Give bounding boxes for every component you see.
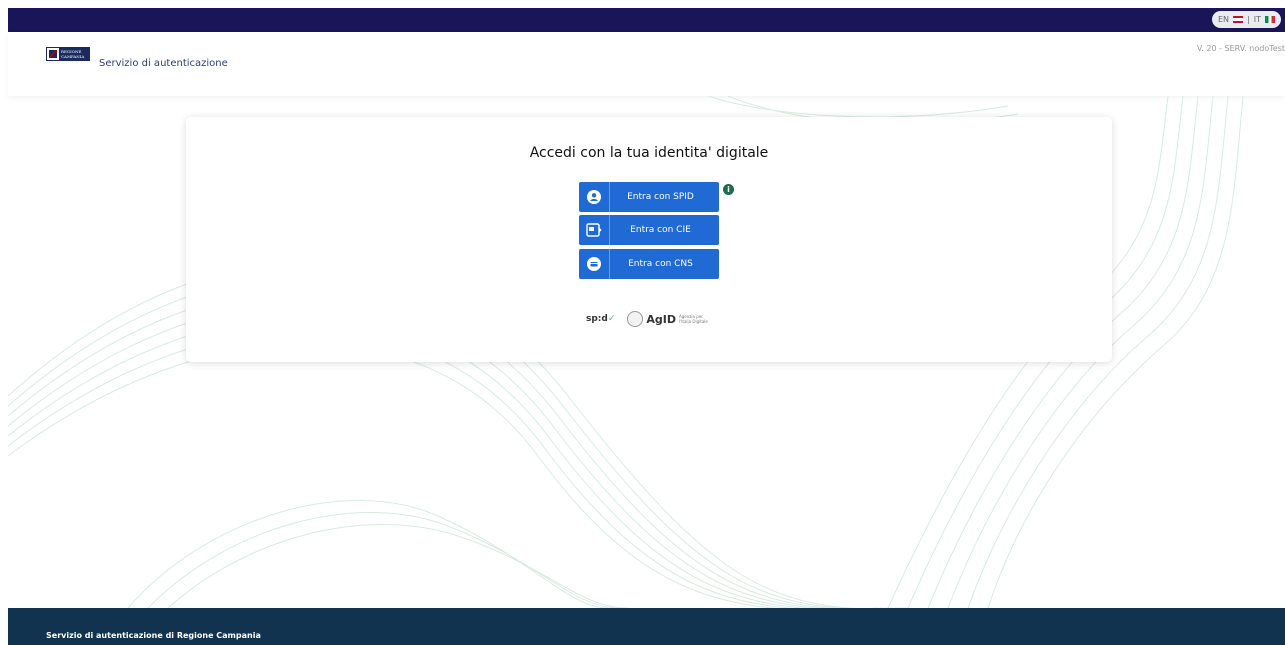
spid-login-button[interactable]: Entra con SPID [579,182,719,212]
header: REGIONE CAMPANIA Servizio di autenticazi… [8,32,1285,96]
footer-text: Servizio di autenticazione di Regione Ca… [46,631,261,640]
cns-login-button[interactable]: Entra con CNS [579,249,719,279]
info-icon[interactable]: i [723,184,734,195]
spid-button-label: Entra con SPID [627,192,694,202]
lang-en-label[interactable]: EN [1218,15,1229,24]
cns-button-label: Entra con CNS [628,259,693,269]
card-icon [587,257,601,271]
regione-campania-logo: REGIONE CAMPANIA [46,47,90,61]
regione-emblem-icon [47,48,59,60]
top-bar: EN | IT [8,8,1285,32]
lang-it-label[interactable]: IT [1254,15,1261,24]
login-title: Accedi con la tua identita' digitale [529,145,769,161]
id-card-icon [586,223,602,237]
cie-login-button[interactable]: Entra con CIE [579,215,719,245]
user-icon [587,190,601,204]
agid-logo-text: AgID [646,312,677,326]
agid-subtitle: Agenzia per l'Italia Digitale [679,314,708,324]
cie-button-label: Entra con CIE [630,225,691,235]
version-label: V. 20 - SERV. nodoTest [1196,44,1285,53]
spid-logo-text: sp:d [586,314,608,324]
cns-button-icon-wrap [579,249,610,279]
agid-logo: AgID Agenzia per l'Italia Digitale [627,311,709,327]
logo-text-line2: CAMPANIA [61,54,85,59]
uk-flag-icon[interactable] [1233,16,1244,23]
lang-divider: | [1247,15,1250,24]
spid-logo: sp:d✓ [586,314,615,324]
agid-emblem-icon [627,311,644,327]
cie-button-icon-wrap [579,215,610,245]
brand-logos: sp:d✓ AgID Agenzia per l'Italia Digitale [586,310,709,328]
italy-flag-icon[interactable] [1265,16,1275,23]
footer: Servizio di autenticazione di Regione Ca… [8,608,1285,645]
language-switcher[interactable]: EN | IT [1212,11,1281,28]
site-title: Servizio di autenticazione [99,58,228,69]
login-card: Accedi con la tua identita' digitale Ent… [186,117,1112,362]
logo-text: REGIONE CAMPANIA [61,49,84,59]
spid-button-icon-wrap [579,182,610,212]
checkmark-icon: ✓ [607,314,616,324]
